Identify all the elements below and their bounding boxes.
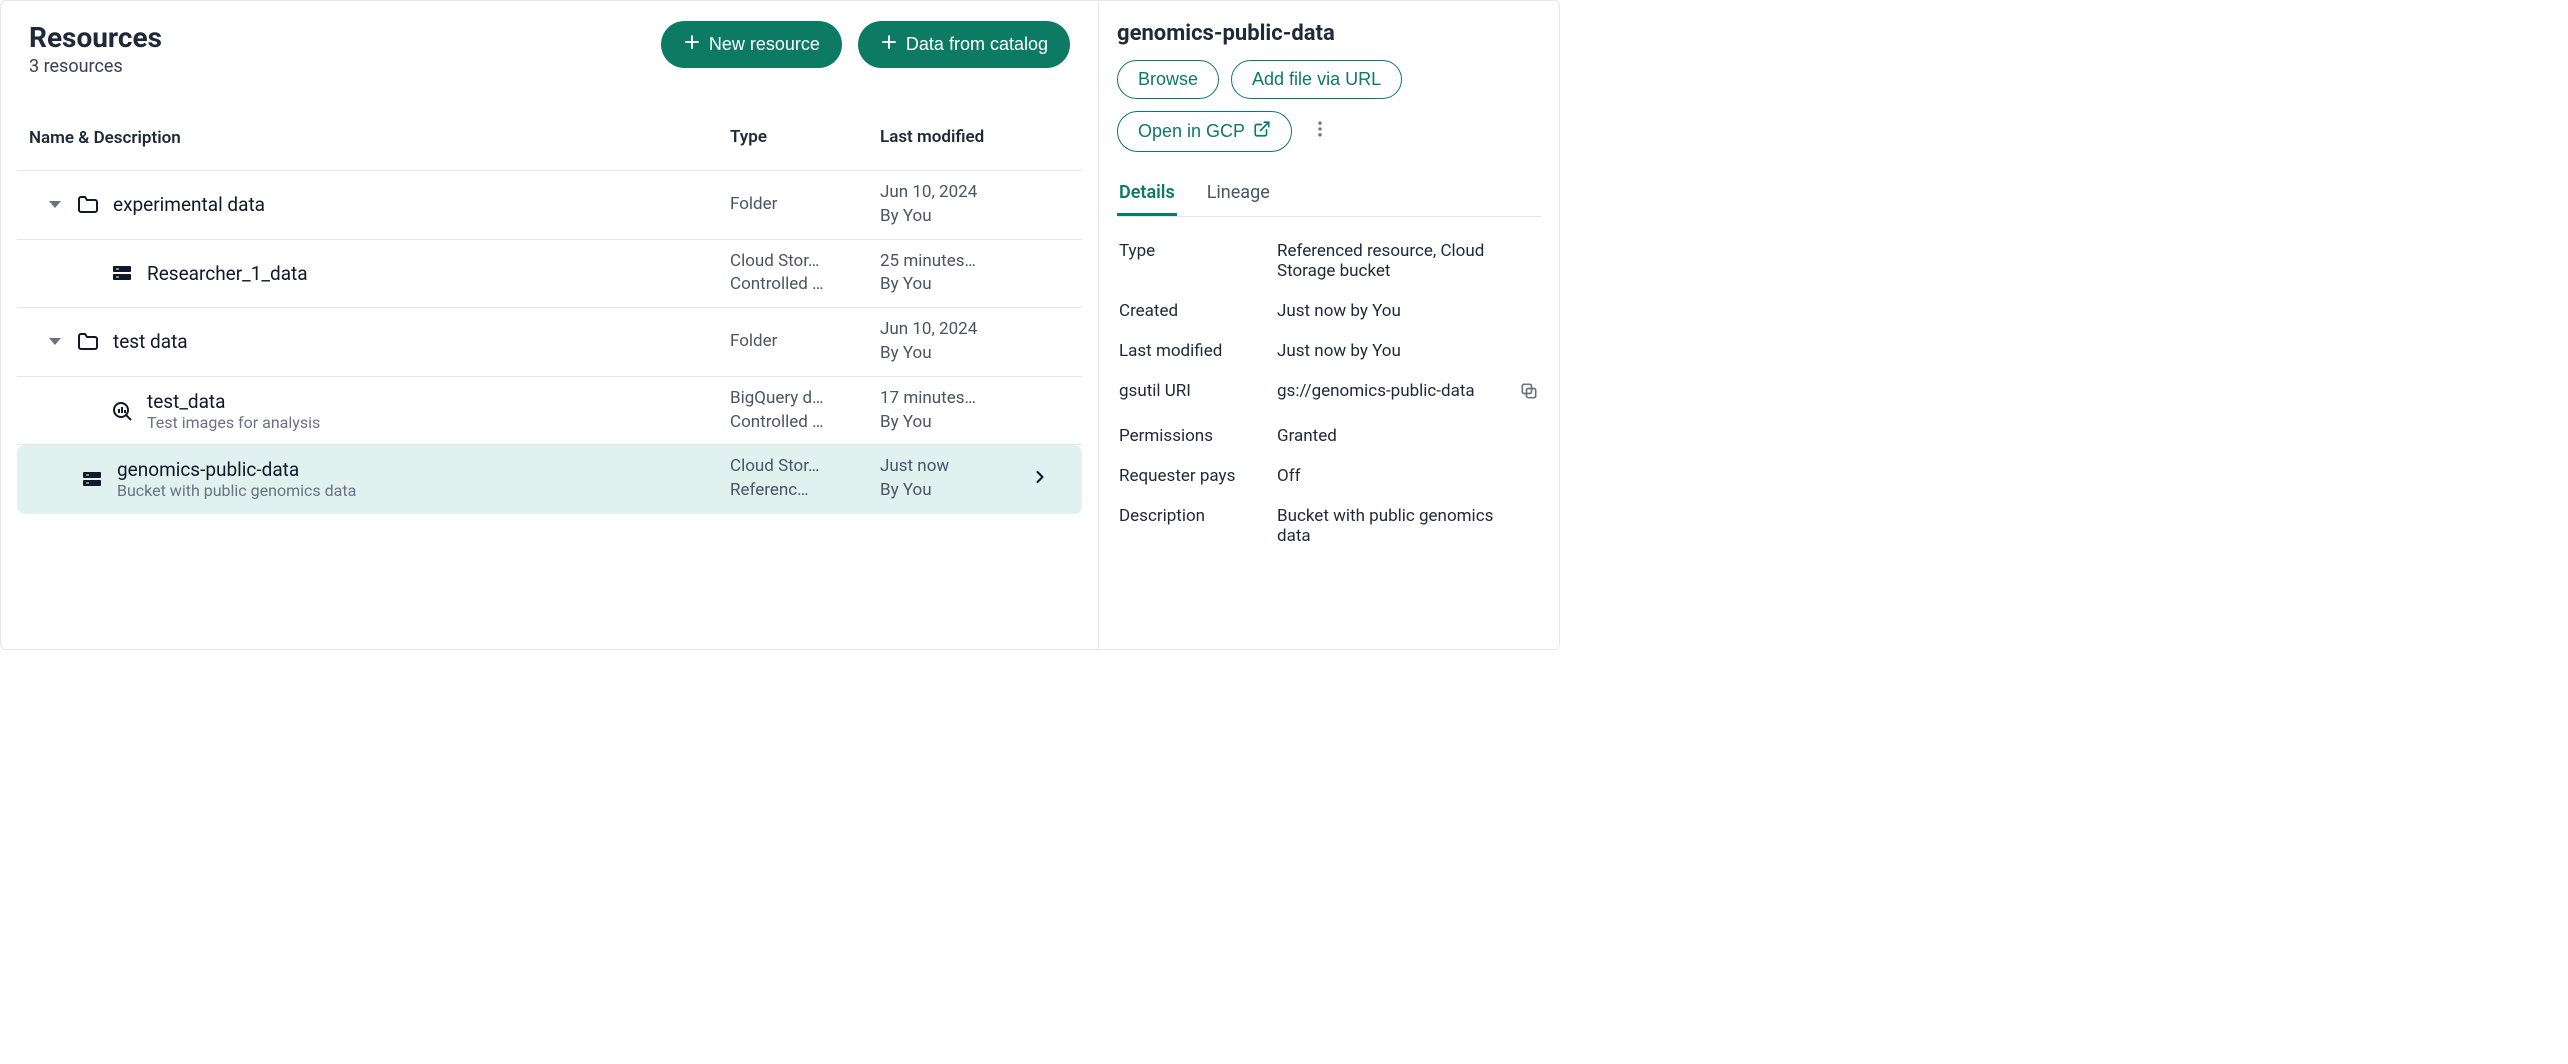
bigquery-icon <box>109 398 135 424</box>
row-description: Test images for analysis <box>147 413 320 432</box>
page-title: Resources <box>29 21 162 54</box>
row-description: Bucket with public genomics data <box>117 481 356 500</box>
data-from-catalog-button[interactable]: Data from catalog <box>858 21 1070 68</box>
detail-key-description: Description <box>1119 506 1269 526</box>
copy-icon[interactable] <box>1519 381 1539 406</box>
col-type: Type <box>730 126 880 150</box>
detail-key-type: Type <box>1119 241 1269 261</box>
storage-icon <box>109 260 135 286</box>
col-modified: Last modified <box>880 126 1030 150</box>
more-menu-icon[interactable] <box>1304 113 1336 150</box>
caret-down-icon[interactable] <box>49 201 61 208</box>
table-row[interactable]: test data Folder Jun 10, 2024By You <box>17 308 1082 377</box>
detail-key-requester-pays: Requester pays <box>1119 466 1269 486</box>
row-name: test_data <box>147 390 320 413</box>
detail-value-type: Referenced resource, Cloud Storage bucke… <box>1277 241 1531 281</box>
tab-details[interactable]: Details <box>1117 172 1177 216</box>
browse-button[interactable]: Browse <box>1117 60 1219 99</box>
caret-down-icon[interactable] <box>49 338 61 345</box>
folder-icon <box>75 329 101 355</box>
panel-title: genomics-public-data <box>1117 21 1541 46</box>
detail-value-requester-pays: Off <box>1277 466 1531 486</box>
detail-value-permissions: Granted <box>1277 426 1531 446</box>
detail-key-created: Created <box>1119 301 1269 321</box>
resource-count: 3 resources <box>29 56 162 77</box>
storage-icon <box>79 466 105 492</box>
detail-value-modified: Just now by You <box>1277 341 1531 361</box>
detail-key-modified: Last modified <box>1119 341 1269 361</box>
table-row[interactable]: test_data Test images for analysis BigQu… <box>17 377 1082 446</box>
table-row[interactable]: genomics-public-data Bucket with public … <box>17 445 1082 514</box>
detail-value-gsutil: gs://genomics-public-data <box>1277 381 1511 401</box>
new-resource-button[interactable]: New resource <box>661 21 842 68</box>
tab-lineage[interactable]: Lineage <box>1205 172 1272 216</box>
plus-icon <box>683 33 701 56</box>
open-in-gcp-button[interactable]: Open in GCP <box>1117 111 1292 152</box>
plus-icon <box>880 33 898 56</box>
detail-key-gsutil: gsutil URI <box>1119 381 1269 401</box>
row-name: genomics-public-data <box>117 458 356 481</box>
col-name: Name & Description <box>29 128 730 148</box>
row-name: experimental data <box>113 193 265 216</box>
table-row[interactable]: Researcher_1_data Cloud Stor…Controlled … <box>17 240 1082 309</box>
folder-icon <box>75 192 101 218</box>
chevron-right-icon[interactable] <box>1030 467 1070 492</box>
detail-key-permissions: Permissions <box>1119 426 1269 446</box>
table-row[interactable]: experimental data Folder Jun 10, 2024By … <box>17 171 1082 240</box>
add-file-url-button[interactable]: Add file via URL <box>1231 60 1402 99</box>
detail-value-description: Bucket with public genomics data <box>1277 506 1531 546</box>
table-header-row: Name & Description Type Last modified <box>17 105 1082 171</box>
external-link-icon <box>1253 120 1271 143</box>
row-name: test data <box>113 330 188 353</box>
detail-value-created: Just now by You <box>1277 301 1531 321</box>
row-name: Researcher_1_data <box>147 262 308 285</box>
